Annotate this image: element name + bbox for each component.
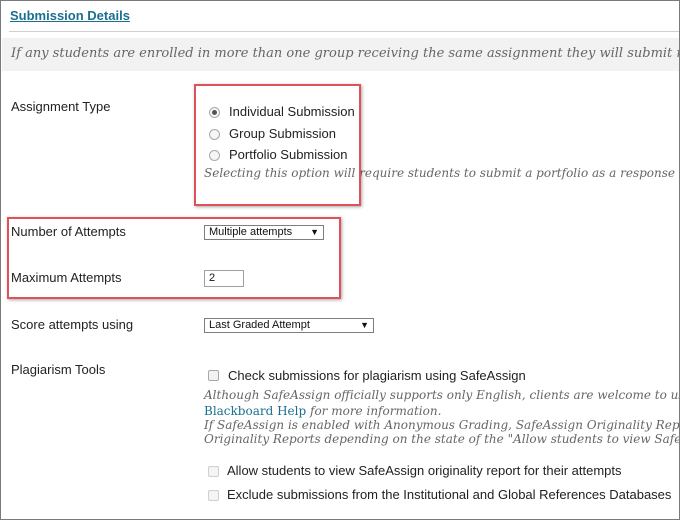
title-divider bbox=[9, 31, 679, 32]
attempts-highlight-box bbox=[7, 217, 341, 299]
safeassign-info-line4: Originality Reports depending on the sta… bbox=[204, 432, 680, 446]
allow-view-report-label[interactable]: Allow students to view SafeAssign origin… bbox=[227, 463, 622, 478]
score-attempts-label: Score attempts using bbox=[11, 317, 134, 332]
safeassign-info-line2-rest: for more information. bbox=[306, 404, 442, 418]
assignment-type-highlight-box bbox=[194, 84, 361, 206]
safeassign-info-line3: If SafeAssign is enabled with Anonymous … bbox=[204, 418, 680, 432]
safeassign-check-label[interactable]: Check submissions for plagiarism using S… bbox=[228, 368, 526, 383]
assignment-type-label: Assignment Type bbox=[11, 99, 111, 114]
submission-details-panel: Submission Details If any students are e… bbox=[0, 0, 680, 520]
score-select-value: Last Graded Attempt bbox=[209, 319, 310, 331]
dropdown-arrow-icon: ▼ bbox=[360, 320, 369, 330]
group-enrollment-note: If any students are enrolled in more tha… bbox=[11, 46, 680, 61]
safeassign-info-line1: Although SafeAssign officially supports … bbox=[204, 388, 680, 402]
safeassign-info-line2: Blackboard Help for more information. bbox=[204, 403, 441, 418]
safeassign-checkbox[interactable] bbox=[208, 370, 219, 381]
exclude-submissions-checkbox[interactable] bbox=[208, 490, 219, 501]
exclude-submissions-label[interactable]: Exclude submissions from the Institution… bbox=[227, 487, 671, 502]
section-title-link[interactable]: Submission Details bbox=[10, 8, 130, 23]
allow-view-report-checkbox[interactable] bbox=[208, 466, 219, 477]
score-attempts-select[interactable]: Last Graded Attempt ▼ bbox=[204, 318, 374, 333]
plagiarism-tools-label: Plagiarism Tools bbox=[11, 362, 106, 377]
blackboard-help-link[interactable]: Blackboard Help bbox=[204, 404, 306, 418]
